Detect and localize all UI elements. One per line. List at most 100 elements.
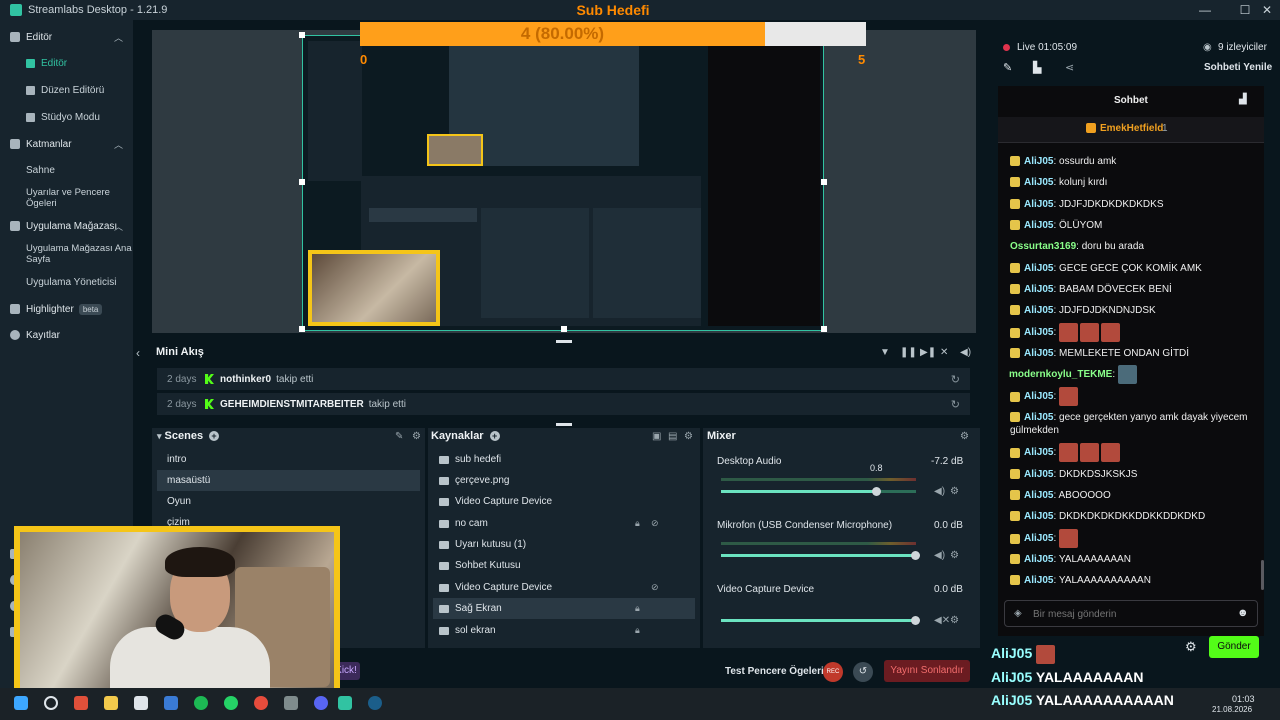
sidebar-item-studio-mode[interactable]: Stüdyo Modu xyxy=(0,105,133,129)
scene-item-selected[interactable]: masaüstü xyxy=(157,470,420,491)
search-icon[interactable] xyxy=(44,696,58,710)
browser-icon[interactable] xyxy=(74,696,88,710)
chat-message: AliJ05: DKDKDSJKSKJS xyxy=(1010,468,1260,481)
mixer-settings-icon[interactable]: ⚙ xyxy=(960,431,969,442)
volume-slider[interactable] xyxy=(721,487,916,496)
repeat-alert-icon[interactable]: ↻ xyxy=(951,398,960,411)
source-item[interactable]: Sohbet Kutusu xyxy=(433,555,695,576)
resize-handle[interactable] xyxy=(299,32,305,38)
sidebar-section-layers[interactable]: Katmanlar ︿ xyxy=(0,132,133,156)
volume-slider[interactable] xyxy=(721,551,920,560)
replay-buffer-icon[interactable]: ↺ xyxy=(853,662,873,682)
dashboard-icon[interactable]: ▙ xyxy=(1033,61,1041,74)
eye-off-icon[interactable]: ⊘ xyxy=(651,582,659,593)
speaker-mute-icon[interactable]: ◀✕ xyxy=(934,615,950,626)
channel-settings-icon[interactable]: ⚙ xyxy=(950,550,959,561)
sidebar-item-layout-editor[interactable]: Düzen Editörü xyxy=(0,78,133,102)
chat-input-box[interactable]: ◈ ☻ xyxy=(1004,600,1258,627)
folder-icon[interactable]: ▤ xyxy=(668,431,677,442)
discord-icon[interactable] xyxy=(314,696,328,710)
add-source-button[interactable]: + xyxy=(489,431,500,442)
source-item[interactable]: Video Capture Device xyxy=(433,491,695,512)
filter-icon[interactable]: ▼ xyxy=(880,347,890,358)
resize-handle[interactable] xyxy=(299,326,305,332)
channel-settings-icon[interactable]: ⚙ xyxy=(950,486,959,497)
whatsapp-icon[interactable] xyxy=(224,696,238,710)
scene-label: Oyun xyxy=(167,496,191,507)
app-icon[interactable] xyxy=(134,696,148,710)
share-icon[interactable]: ⋖ xyxy=(1065,61,1074,74)
lock-icon[interactable]: 🔒︎ xyxy=(635,518,640,529)
eye-off-icon[interactable]: ⊘ xyxy=(651,518,659,529)
lock-icon[interactable]: 🔒︎ xyxy=(635,625,640,636)
pin-icon[interactable]: ✎ xyxy=(395,431,403,442)
file-explorer-icon[interactable] xyxy=(104,696,118,710)
scene-item[interactable]: Oyun xyxy=(157,491,420,512)
source-settings-icon[interactable]: ⚙ xyxy=(684,431,693,442)
chat-stats-icon[interactable]: ▟ xyxy=(1239,94,1247,105)
preview-splitter[interactable] xyxy=(556,340,572,343)
mixer-channel-name: Mikrofon (USB Condenser Microphone) xyxy=(717,520,893,531)
source-item[interactable]: sub hedefi xyxy=(433,449,695,470)
resize-handle[interactable] xyxy=(821,326,827,332)
app-icon[interactable] xyxy=(164,696,178,710)
sub-badge-icon xyxy=(1010,412,1020,423)
sidebar-item-recordings[interactable]: Kayıtlar xyxy=(0,323,133,347)
spotify-icon[interactable] xyxy=(194,696,208,710)
volume-icon[interactable]: ◀) xyxy=(960,347,971,358)
volume-knob[interactable] xyxy=(911,551,920,560)
collapse-feed-icon[interactable]: ‹ xyxy=(136,346,140,360)
lock-icon[interactable]: 🔒︎ xyxy=(635,603,640,614)
group-icon[interactable]: ▣ xyxy=(652,431,661,442)
pause-icon[interactable]: ❚❚ xyxy=(900,347,917,358)
refresh-chat-button[interactable]: Sohbeti Yenile xyxy=(1204,62,1272,73)
close-button[interactable]: ✕ xyxy=(1252,0,1280,20)
speaker-icon[interactable]: ◀) xyxy=(934,550,945,561)
resize-handle[interactable] xyxy=(299,179,305,185)
end-stream-button[interactable]: Yayını Sonlandır xyxy=(884,660,970,682)
volume-knob[interactable] xyxy=(872,487,881,496)
app-icon[interactable] xyxy=(254,696,268,710)
sidebar-item-scene[interactable]: Sahne xyxy=(0,158,133,182)
speaker-icon[interactable]: ◀) xyxy=(934,486,945,497)
sidebar-item-alerts-windows[interactable]: Uyarılar ve Pencere Ögeleri xyxy=(0,184,133,212)
chat-input[interactable] xyxy=(1033,605,1229,623)
test-widgets-label[interactable]: Test Pencere Ögeleri xyxy=(725,666,824,677)
steam-icon[interactable] xyxy=(368,696,382,710)
add-scene-button[interactable]: + xyxy=(209,431,220,442)
sidebar-item-app-store-home[interactable]: Uygulama Mağazası Ana Sayfa xyxy=(0,240,133,268)
repeat-alert-icon[interactable]: ↻ xyxy=(951,373,960,386)
source-item[interactable]: no cam 🔒︎ ⊘ xyxy=(433,513,695,534)
edit-stream-icon[interactable]: ✎ xyxy=(1003,61,1012,74)
send-button[interactable]: Gönder xyxy=(1209,636,1259,658)
app-icon[interactable] xyxy=(284,696,298,710)
resize-handle[interactable] xyxy=(561,326,567,332)
emoji-icon[interactable]: ☻ xyxy=(1237,607,1249,619)
scene-item[interactable]: intro xyxy=(157,449,420,470)
sidebar-item-editor[interactable]: Editör xyxy=(0,51,133,75)
windows-start-icon[interactable] xyxy=(14,696,28,710)
source-item[interactable]: çerçeve.png xyxy=(433,470,695,491)
record-button[interactable]: REC xyxy=(823,662,843,682)
volume-slider[interactable] xyxy=(721,616,920,625)
skip-icon[interactable]: ▶❚ xyxy=(920,347,936,358)
channel-settings-icon[interactable]: ⚙ xyxy=(950,615,959,626)
settings-icon[interactable]: ✕ xyxy=(940,347,948,358)
chevron-up-icon: ︿ xyxy=(113,221,123,232)
streamlabs-taskbar-icon[interactable] xyxy=(338,696,352,710)
chat-scrollbar[interactable] xyxy=(1261,560,1264,590)
minimize-button[interactable]: — xyxy=(1190,0,1220,20)
source-item-selected[interactable]: Sağ Ekran 🔒︎ xyxy=(433,598,695,619)
feed-splitter[interactable] xyxy=(556,423,572,426)
source-item[interactable]: Video Capture Device ⊘ xyxy=(433,577,695,598)
sidebar-item-highlighter[interactable]: Highlighter beta xyxy=(0,297,133,321)
resize-handle[interactable] xyxy=(821,179,827,185)
scene-settings-icon[interactable]: ⚙ xyxy=(412,431,421,442)
sidebar-section-app-store[interactable]: Uygulama Mağazası ︿ xyxy=(0,214,133,238)
source-item[interactable]: Uyarı kutusu (1) xyxy=(433,534,695,555)
volume-knob[interactable] xyxy=(911,616,920,625)
sidebar-section-editor[interactable]: Editör ︿ xyxy=(0,25,133,49)
chat-settings-icon[interactable]: ⚙ xyxy=(1185,639,1197,655)
source-item[interactable]: sol ekran 🔒︎ xyxy=(433,620,695,641)
sidebar-item-app-manager[interactable]: Uygulama Yöneticisi xyxy=(0,270,133,294)
